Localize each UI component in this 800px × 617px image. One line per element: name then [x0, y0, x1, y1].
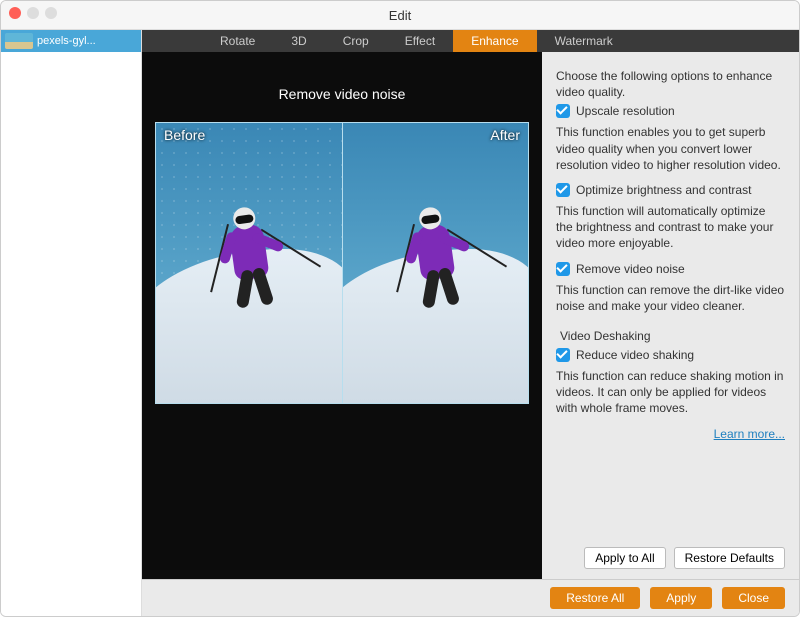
restore-defaults-button[interactable]: Restore Defaults: [674, 547, 785, 569]
option-label: Reduce video shaking: [576, 348, 694, 362]
tab-enhance[interactable]: Enhance: [453, 30, 536, 52]
option-desc: This function will automatically optimiz…: [556, 203, 785, 252]
before-label: Before: [164, 127, 205, 143]
sidebar-item-label: pexels-gyl...: [37, 35, 96, 47]
checkbox-checked-icon: [556, 262, 570, 276]
before-after-compare: Before After: [155, 122, 529, 404]
deshake-header: Video Deshaking: [560, 328, 785, 344]
checkbox-checked-icon: [556, 104, 570, 118]
skier-icon: [228, 223, 269, 281]
option-label: Optimize brightness and contrast: [576, 183, 751, 197]
option-desc: This function can reduce shaking motion …: [556, 368, 785, 417]
sidebar-item[interactable]: pexels-gyl...: [1, 30, 141, 52]
apply-button[interactable]: Apply: [650, 587, 712, 609]
tab-effect[interactable]: Effect: [387, 30, 453, 52]
minimize-window-icon[interactable]: [27, 7, 39, 19]
option-noise[interactable]: Remove video noise: [556, 262, 785, 276]
footer: Restore All Apply Close: [142, 579, 799, 616]
tab-3d[interactable]: 3D: [273, 30, 324, 52]
learn-more-link[interactable]: Learn more...: [556, 427, 785, 441]
option-label: Upscale resolution: [576, 104, 675, 118]
skier-icon: [415, 223, 456, 281]
panel-intro: Choose the following options to enhance …: [556, 68, 785, 100]
tab-bar: Rotate 3D Crop Effect Enhance Watermark: [142, 30, 799, 52]
preview-pane: Remove video noise: [142, 52, 542, 579]
option-desc: This function enables you to get superb …: [556, 124, 785, 173]
main: Rotate 3D Crop Effect Enhance Watermark …: [142, 30, 799, 616]
checkbox-checked-icon: [556, 183, 570, 197]
body: pexels-gyl... Rotate 3D Crop Effect Enha…: [1, 30, 799, 616]
window-controls: [9, 7, 57, 19]
video-thumbnail-icon: [5, 33, 33, 49]
content: Remove video noise: [142, 52, 799, 579]
close-window-icon[interactable]: [9, 7, 21, 19]
edit-window: Edit pexels-gyl... Rotate 3D Crop Effect…: [0, 0, 800, 617]
titlebar: Edit: [1, 1, 799, 30]
window-title: Edit: [389, 8, 411, 23]
after-label: After: [490, 127, 520, 143]
option-deshake[interactable]: Reduce video shaking: [556, 348, 785, 362]
tab-crop[interactable]: Crop: [325, 30, 387, 52]
zoom-window-icon[interactable]: [45, 7, 57, 19]
sidebar: pexels-gyl...: [1, 30, 142, 616]
checkbox-checked-icon: [556, 348, 570, 362]
preview-after: [342, 123, 529, 403]
close-button[interactable]: Close: [722, 587, 785, 609]
apply-to-all-button[interactable]: Apply to All: [584, 547, 665, 569]
tab-rotate[interactable]: Rotate: [202, 30, 273, 52]
options-panel: Choose the following options to enhance …: [542, 52, 799, 579]
option-label: Remove video noise: [576, 262, 685, 276]
preview-before: [156, 123, 342, 403]
option-brightness[interactable]: Optimize brightness and contrast: [556, 183, 785, 197]
restore-all-button[interactable]: Restore All: [550, 587, 640, 609]
option-upscale[interactable]: Upscale resolution: [556, 104, 785, 118]
tab-spacer: [142, 30, 202, 52]
preview-title: Remove video noise: [279, 86, 406, 102]
tab-watermark[interactable]: Watermark: [537, 30, 631, 52]
panel-buttons: Apply to All Restore Defaults: [556, 547, 785, 569]
option-desc: This function can remove the dirt-like v…: [556, 282, 785, 314]
